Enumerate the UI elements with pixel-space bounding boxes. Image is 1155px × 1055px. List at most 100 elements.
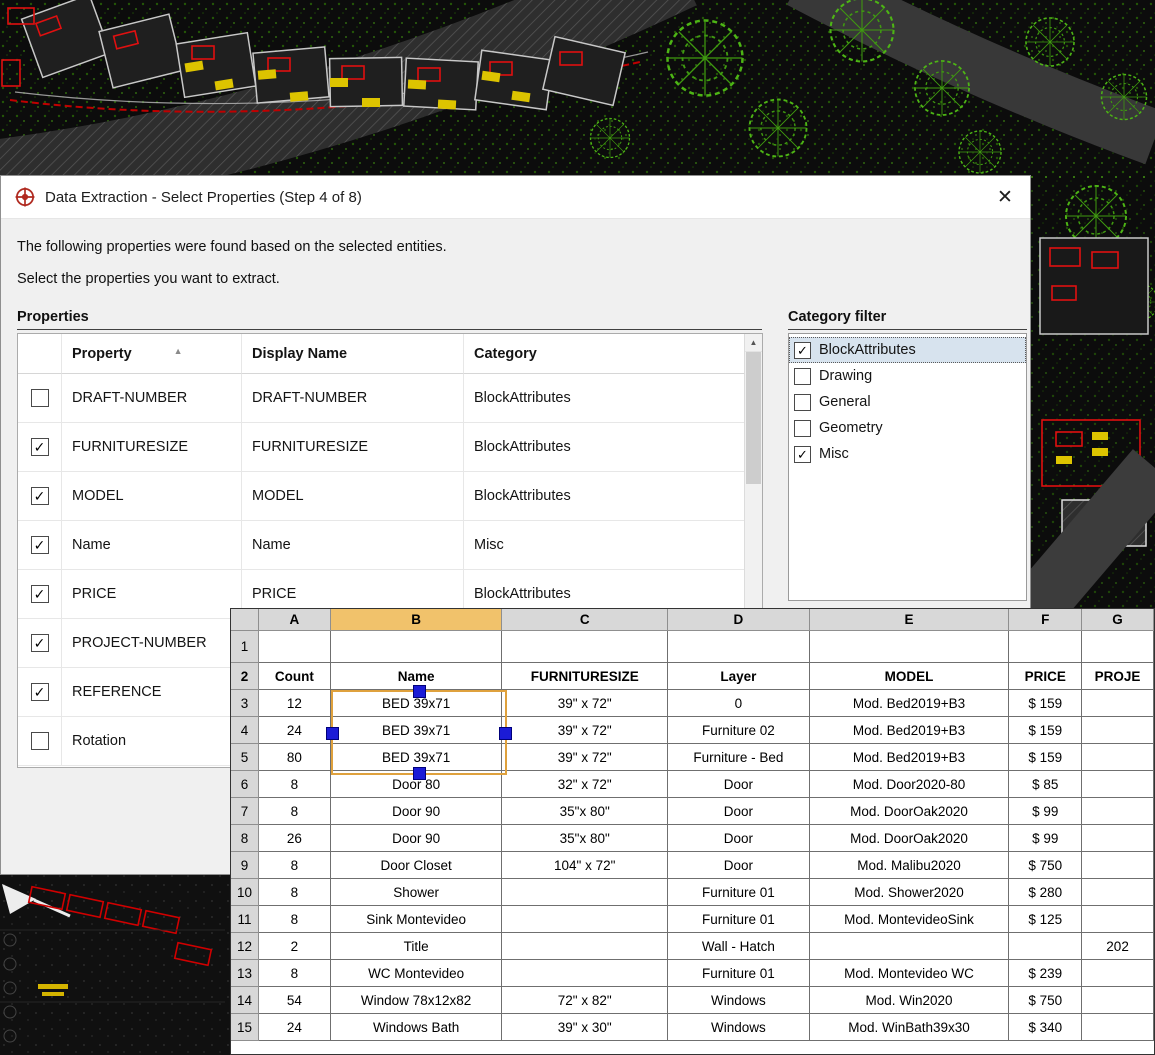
sheet-cell[interactable]: [1009, 631, 1082, 663]
sheet-cell[interactable]: 35"x 80": [502, 798, 668, 825]
column-header-property[interactable]: Property ▲: [62, 334, 242, 374]
sheet-cell[interactable]: 26: [259, 825, 331, 852]
sheet-cell[interactable]: 104" x 72": [502, 852, 668, 879]
sheet-cell[interactable]: [1082, 631, 1154, 663]
sheet-cell[interactable]: 39" x 72": [502, 690, 668, 717]
category-filter-item[interactable]: Geometry: [789, 415, 1026, 441]
sheet-cell[interactable]: 8: [259, 906, 331, 933]
sheet-cell[interactable]: 8: [259, 960, 331, 987]
sheet-cell[interactable]: 39" x 72": [502, 744, 668, 771]
sheet-cell[interactable]: [810, 631, 1010, 663]
sheet-row-header[interactable]: 1: [231, 631, 259, 663]
sheet-cell[interactable]: $ 159: [1009, 717, 1082, 744]
sheet-row-header[interactable]: 4: [231, 717, 259, 744]
sheet-cell[interactable]: Mod. WinBath39x30: [810, 1014, 1010, 1041]
sheet-cell[interactable]: Furniture 01: [668, 960, 810, 987]
sheet-row-header[interactable]: 3: [231, 690, 259, 717]
sheet-cell[interactable]: Door: [668, 825, 810, 852]
sheet-cell[interactable]: $ 125: [1009, 906, 1082, 933]
sheet-cell[interactable]: [1082, 825, 1154, 852]
sheet-cell[interactable]: $ 99: [1009, 798, 1082, 825]
checkbox-checked-icon[interactable]: [31, 585, 49, 603]
selection-grip-bottom[interactable]: [413, 767, 426, 780]
property-row[interactable]: FURNITURESIZEFURNITURESIZEBlockAttribute…: [18, 423, 762, 472]
sheet-cell[interactable]: 32" x 72": [502, 771, 668, 798]
sheet-row-header[interactable]: 14: [231, 987, 259, 1014]
sheet-cell[interactable]: Furniture 01: [668, 906, 810, 933]
sheet-cell[interactable]: $ 340: [1009, 1014, 1082, 1041]
sheet-row-header[interactable]: 7: [231, 798, 259, 825]
sheet-row-header[interactable]: 15: [231, 1014, 259, 1041]
sheet-cell[interactable]: [502, 933, 668, 960]
category-filter-item[interactable]: Misc: [789, 441, 1026, 467]
category-filter-listbox[interactable]: BlockAttributesDrawingGeneralGeometryMis…: [788, 333, 1027, 601]
sheet-cell[interactable]: Windows: [668, 1014, 810, 1041]
sheet-cell[interactable]: Windows Bath: [331, 1014, 503, 1041]
sheet-cell[interactable]: 39" x 72": [502, 717, 668, 744]
column-header-category[interactable]: Category: [464, 334, 747, 374]
sheet-cell[interactable]: [1082, 906, 1154, 933]
sheet-cell[interactable]: $ 750: [1009, 852, 1082, 879]
sheet-cell[interactable]: $ 85: [1009, 771, 1082, 798]
sheet-cell[interactable]: Mod. Bed2019+B3: [810, 690, 1010, 717]
sheet-cell[interactable]: [1082, 987, 1154, 1014]
sheet-cell[interactable]: 0: [668, 690, 810, 717]
property-row[interactable]: MODELMODELBlockAttributes: [18, 472, 762, 521]
sheet-cell[interactable]: [1082, 690, 1154, 717]
scrollbar-thumb[interactable]: [746, 352, 761, 484]
sheet-cell[interactable]: Furniture 01: [668, 879, 810, 906]
sheet-cell[interactable]: [502, 631, 668, 663]
sheet-cell[interactable]: $ 239: [1009, 960, 1082, 987]
sheet-row-header[interactable]: 6: [231, 771, 259, 798]
sheet-cell[interactable]: 8: [259, 852, 331, 879]
sheet-row-header[interactable]: 8: [231, 825, 259, 852]
property-row[interactable]: NameNameMisc: [18, 521, 762, 570]
sheet-cell[interactable]: 12: [259, 690, 331, 717]
sheet-cell[interactable]: Mod. DoorOak2020: [810, 825, 1010, 852]
sheet-cell[interactable]: [1082, 771, 1154, 798]
selection-grip-top[interactable]: [413, 685, 426, 698]
sheet-cell[interactable]: [1082, 852, 1154, 879]
sheet-cell[interactable]: Mod. Malibu2020: [810, 852, 1010, 879]
checkbox-unchecked-icon[interactable]: [794, 420, 811, 437]
selection-grip-left[interactable]: [326, 727, 339, 740]
sheet-cell[interactable]: $ 159: [1009, 690, 1082, 717]
sheet-cell[interactable]: Count: [259, 663, 331, 690]
close-icon[interactable]: ✕: [990, 186, 1020, 209]
sheet-cell[interactable]: [1082, 717, 1154, 744]
sheet-cell[interactable]: Shower: [331, 879, 503, 906]
checkbox-checked-icon[interactable]: [31, 438, 49, 456]
sheet-cell[interactable]: Mod. MontevideoSink: [810, 906, 1010, 933]
sheet-cell[interactable]: Furniture - Bed: [668, 744, 810, 771]
checkbox-unchecked-icon[interactable]: [794, 394, 811, 411]
sheet-cell[interactable]: Door: [668, 798, 810, 825]
sheet-cell[interactable]: 2: [259, 933, 331, 960]
sheet-cell[interactable]: PRICE: [1009, 663, 1082, 690]
checkbox-checked-icon[interactable]: [794, 342, 811, 359]
sheet-cell[interactable]: 54: [259, 987, 331, 1014]
checkbox-unchecked-icon[interactable]: [794, 368, 811, 385]
sheet-row-header[interactable]: 12: [231, 933, 259, 960]
category-filter-item[interactable]: General: [789, 389, 1026, 415]
column-header-display-name[interactable]: Display Name: [242, 334, 464, 374]
sheet-column-header[interactable]: F: [1009, 609, 1082, 631]
selection-grip-right[interactable]: [499, 727, 512, 740]
sheet-cell[interactable]: FURNITURESIZE: [502, 663, 668, 690]
scroll-up-icon[interactable]: ▲: [745, 334, 762, 352]
sheet-cell[interactable]: PROJE: [1082, 663, 1154, 690]
sheet-cell[interactable]: [1082, 879, 1154, 906]
sheet-cell[interactable]: [502, 906, 668, 933]
sheet-cell[interactable]: 24: [259, 717, 331, 744]
sheet-row-header[interactable]: 10: [231, 879, 259, 906]
sheet-column-header[interactable]: B: [331, 609, 503, 631]
sheet-corner-cell[interactable]: [231, 609, 259, 631]
sheet-column-header[interactable]: C: [502, 609, 668, 631]
sheet-cell[interactable]: [502, 879, 668, 906]
sheet-cell[interactable]: $ 750: [1009, 987, 1082, 1014]
sheet-cell[interactable]: Mod. DoorOak2020: [810, 798, 1010, 825]
sheet-cell[interactable]: 72" x 82": [502, 987, 668, 1014]
sheet-cell[interactable]: [1082, 960, 1154, 987]
sheet-cell[interactable]: Mod. Montevideo WC: [810, 960, 1010, 987]
sheet-cell[interactable]: 8: [259, 879, 331, 906]
checkbox-checked-icon[interactable]: [794, 446, 811, 463]
